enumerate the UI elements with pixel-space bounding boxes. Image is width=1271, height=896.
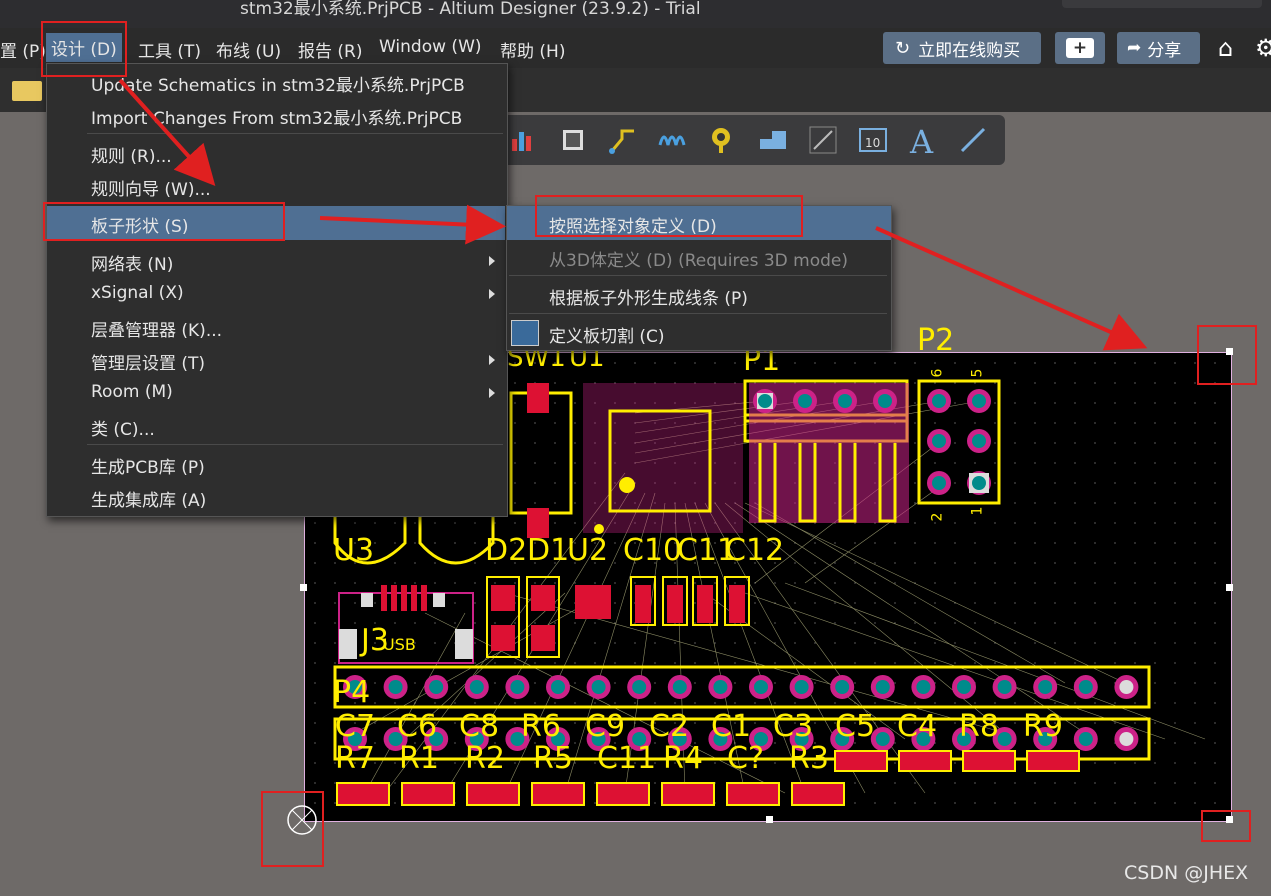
- watermark: CSDN @JHEX: [1124, 862, 1249, 884]
- annotation-arrows: [118, 78, 1148, 351]
